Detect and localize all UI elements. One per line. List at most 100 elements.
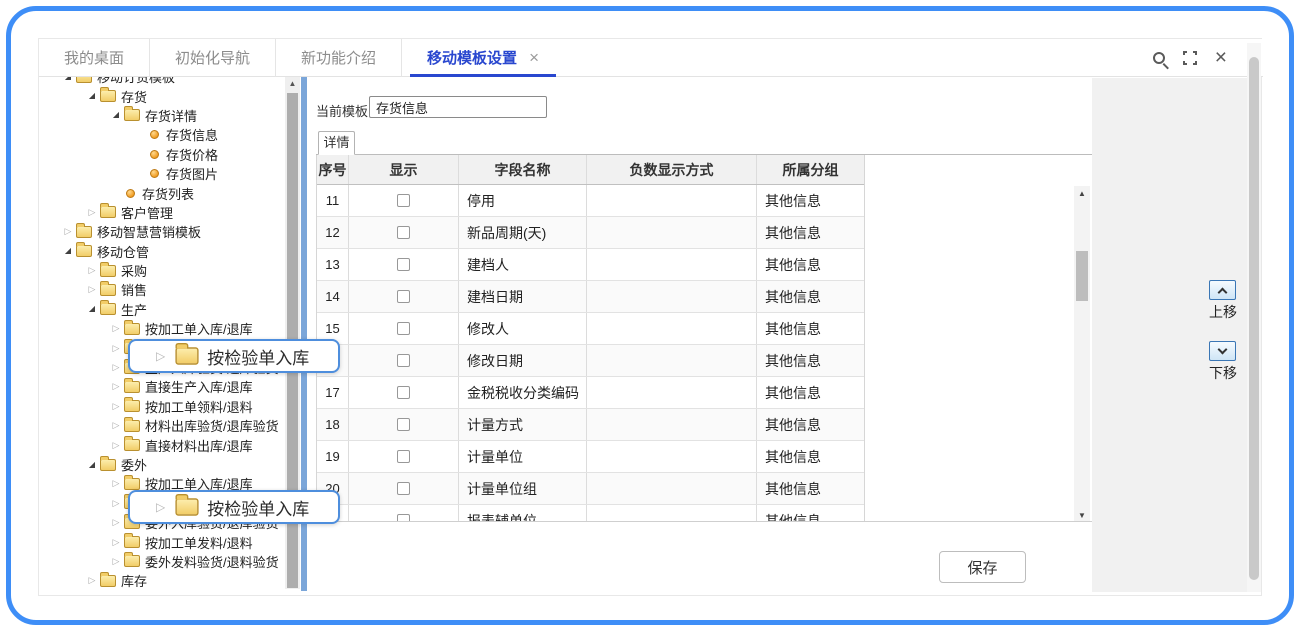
tree-item[interactable]: ◢ 移动订货模板 <box>55 77 283 86</box>
expand-arrow-icon[interactable]: ◢ <box>61 77 75 81</box>
tree-item[interactable]: ▷ 按加工单入库/退库 <box>55 319 283 338</box>
show-checkbox[interactable] <box>397 194 410 207</box>
tree-item[interactable]: ◢ 存货详情 <box>55 106 283 125</box>
cell-group: 其他信息 <box>765 288 821 305</box>
expand-arrow-icon[interactable]: ◢ <box>61 247 75 255</box>
save-button[interactable]: 保存 <box>939 551 1026 583</box>
expand-arrow-icon[interactable]: ▷ <box>109 382 123 391</box>
expand-arrow-icon[interactable]: ▷ <box>109 401 123 411</box>
tree-item[interactable]: ◢ 移动仓管 <box>55 242 283 261</box>
tab-close-icon[interactable]: × <box>529 49 539 66</box>
expand-arrow-icon[interactable]: ▷ <box>109 498 123 508</box>
expand-arrow-icon[interactable]: ▷ <box>61 227 75 236</box>
close-icon[interactable]: × <box>1215 47 1227 68</box>
expand-arrow-icon[interactable]: ▷ <box>109 556 123 566</box>
tree-item[interactable]: ▷ 销售 <box>55 280 283 299</box>
show-checkbox[interactable] <box>397 290 410 303</box>
show-checkbox[interactable] <box>397 258 410 271</box>
cell-negative-display[interactable] <box>587 377 757 408</box>
move-down-button[interactable] <box>1209 341 1236 361</box>
tree-item[interactable]: 存货价格 <box>55 145 283 164</box>
expand-arrow-icon[interactable]: ▷ <box>109 343 123 353</box>
expand-arrow-icon[interactable]: ◢ <box>109 111 123 119</box>
cell-field-name: 计量方式 <box>459 409 587 440</box>
show-checkbox[interactable] <box>397 386 410 399</box>
expand-arrow-icon: ▷ <box>156 349 166 363</box>
search-icon[interactable] <box>1152 52 1165 64</box>
tab-new-features[interactable]: 新功能介绍 <box>275 38 401 77</box>
tree-item[interactable]: ▷ 库存 <box>55 571 283 589</box>
fullscreen-icon[interactable] <box>1181 50 1198 66</box>
tree-item[interactable]: ◢ 存货 <box>55 86 283 105</box>
cell-negative-display[interactable] <box>587 473 757 504</box>
tab-detail[interactable]: 详情 <box>318 131 355 155</box>
expand-arrow-icon[interactable]: ◢ <box>85 460 99 469</box>
show-checkbox[interactable] <box>397 322 410 335</box>
tab-my-desktop[interactable]: 我的桌面 <box>39 39 149 77</box>
expand-arrow-icon[interactable]: ▷ <box>109 518 123 527</box>
expand-arrow-icon[interactable]: ▷ <box>85 266 99 275</box>
expand-arrow-icon[interactable]: ▷ <box>109 421 123 430</box>
tree-item-label: 采购 <box>121 264 148 280</box>
expand-arrow-icon[interactable]: ▷ <box>109 363 123 372</box>
screen: 我的桌面 初始化导航 新功能介绍 移动模板设置 × × ◢ 移动订货模板 ◢ 存货 ◢ 存… <box>0 0 1300 631</box>
window-scrollbar[interactable] <box>1247 43 1261 592</box>
expand-arrow-icon[interactable]: ▷ <box>109 537 123 547</box>
scrollbar-down-icon[interactable]: ▼ <box>1074 511 1090 520</box>
tree-item[interactable]: ◢ 委外 <box>55 455 283 474</box>
tree-item[interactable]: ▷ 按加工单领料/退料 <box>55 397 283 416</box>
expand-arrow-icon[interactable]: ◢ <box>85 92 99 100</box>
expand-arrow-icon[interactable]: ▷ <box>85 576 99 585</box>
cell-negative-display[interactable] <box>587 249 757 280</box>
show-checkbox[interactable] <box>397 450 410 463</box>
tree-item[interactable]: 存货图片 <box>55 164 283 183</box>
tree-item[interactable]: ▷ 材料出库验货/退库验货 <box>55 416 283 435</box>
scrollbar-thumb[interactable] <box>1076 251 1088 301</box>
cell-field-name: 报表辅单位 <box>459 505 587 521</box>
tree-item[interactable]: ▷ 直接生产入库/退库 <box>55 377 283 396</box>
cell-show <box>349 185 459 216</box>
tree-item-label: 直接生产入库/退库 <box>145 380 253 396</box>
expand-arrow-icon[interactable]: ▷ <box>109 479 123 488</box>
scrollbar-up-icon[interactable]: ▲ <box>1074 189 1090 198</box>
tree-item[interactable]: 存货列表 <box>55 183 283 202</box>
tab-init-nav[interactable]: 初始化导航 <box>149 38 275 77</box>
expand-arrow-icon[interactable]: ▷ <box>85 207 99 217</box>
move-up-button[interactable] <box>1209 280 1236 300</box>
expand-arrow-icon[interactable]: ◢ <box>85 305 99 313</box>
tree-item[interactable]: ▷ 客户管理 <box>55 203 283 222</box>
tree-item[interactable]: 存货信息 <box>55 125 283 144</box>
tree-item-label: 材料出库验货/退库验货 <box>145 419 279 435</box>
show-checkbox[interactable] <box>397 514 410 521</box>
tree-item[interactable]: ◢ 生产 <box>55 300 283 319</box>
show-checkbox[interactable] <box>397 354 410 367</box>
tree-item-label: 销售 <box>121 283 148 299</box>
folder-icon <box>100 455 116 471</box>
cell-negative-display[interactable] <box>587 313 757 344</box>
tree-item[interactable]: ▷ 按加工单发料/退料 <box>55 532 283 551</box>
cell-negative-display[interactable] <box>587 281 757 312</box>
cell-negative-display[interactable] <box>587 217 757 248</box>
cell-negative-display[interactable] <box>587 409 757 440</box>
table-scrollbar[interactable]: ▲ ▼ <box>1074 186 1090 521</box>
scrollbar-thumb[interactable] <box>1249 57 1259 580</box>
expand-arrow-icon[interactable]: ▷ <box>109 440 123 450</box>
tab-mobile-template-settings[interactable]: 移动模板设置 × <box>401 38 564 77</box>
show-checkbox[interactable] <box>397 482 410 495</box>
folder-icon <box>76 77 92 83</box>
cell-negative-display[interactable] <box>587 505 757 521</box>
expand-arrow-icon[interactable]: ▷ <box>109 324 123 333</box>
tree-item[interactable]: ▷ 采购 <box>55 261 283 280</box>
tree-item[interactable]: ▷ 直接材料出库/退库 <box>55 435 283 454</box>
scrollbar-up-icon[interactable]: ▲ <box>285 79 300 88</box>
cell-show <box>349 217 459 248</box>
tree-item[interactable]: ▷ 委外发料验货/退料验货 <box>55 552 283 571</box>
tree-item[interactable]: ▷ 移动智慧营销模板 <box>55 222 283 241</box>
cell-negative-display[interactable] <box>587 345 757 376</box>
expand-arrow-icon[interactable]: ▷ <box>85 285 99 294</box>
show-checkbox[interactable] <box>397 418 410 431</box>
cell-negative-display[interactable] <box>587 185 757 216</box>
current-template-input[interactable] <box>369 96 547 118</box>
cell-negative-display[interactable] <box>587 441 757 472</box>
show-checkbox[interactable] <box>397 226 410 239</box>
